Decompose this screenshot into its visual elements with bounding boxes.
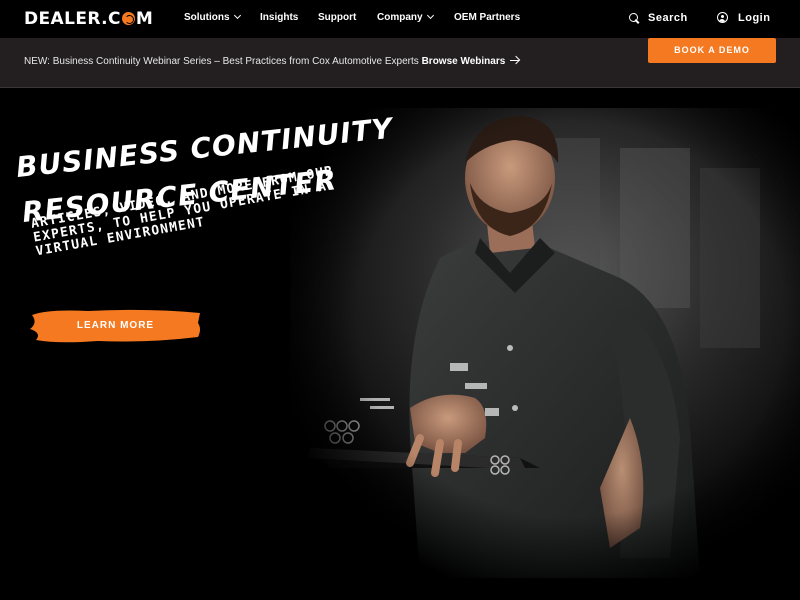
user-icon bbox=[717, 12, 728, 23]
learn-more-label: LEARN MORE bbox=[76, 320, 155, 331]
hero-section: BUSINESS CONTINUITY RESOURCE CENTER ARTI… bbox=[0, 88, 800, 600]
nav-insights-label: Insights bbox=[260, 12, 299, 23]
search-icon bbox=[629, 13, 638, 22]
announcement-message: NEW: Business Continuity Webinar Series … bbox=[24, 56, 422, 67]
nav-company-label: Company bbox=[377, 12, 423, 23]
nav-oem-partners-label: OEM Partners bbox=[454, 12, 521, 23]
login-label: Login bbox=[738, 12, 771, 24]
nav-company[interactable]: Company bbox=[377, 11, 434, 23]
browse-webinars-link[interactable]: Browse Webinars bbox=[422, 56, 520, 67]
announcement-text: NEW: Business Continuity Webinar Series … bbox=[24, 56, 520, 67]
chevron-down-icon bbox=[426, 11, 434, 20]
browse-webinars-label: Browse Webinars bbox=[421, 56, 506, 67]
arrow-right-icon bbox=[510, 59, 520, 61]
search-label: Search bbox=[648, 12, 688, 24]
nav-insights[interactable]: Insights bbox=[260, 12, 298, 23]
learn-more-button[interactable]: LEARN MORE bbox=[28, 307, 203, 345]
book-a-demo-button[interactable]: BOOK A DEMO bbox=[648, 38, 776, 63]
login-button[interactable]: Login bbox=[717, 12, 770, 24]
search-button[interactable]: Search bbox=[629, 12, 688, 24]
dealer-com-logo[interactable]: DEALER.C M bbox=[24, 9, 153, 29]
nav-support[interactable]: Support bbox=[318, 12, 356, 23]
nav-support-label: Support bbox=[318, 12, 357, 23]
top-nav: DEALER.C M Solutions Insights Support Com… bbox=[0, 0, 800, 38]
chevron-down-icon bbox=[233, 11, 241, 20]
nav-solutions[interactable]: Solutions bbox=[184, 11, 241, 23]
globe-icon bbox=[121, 12, 135, 25]
nav-solutions-label: Solutions bbox=[184, 12, 230, 23]
nav-oem-partners[interactable]: OEM Partners bbox=[454, 12, 520, 23]
